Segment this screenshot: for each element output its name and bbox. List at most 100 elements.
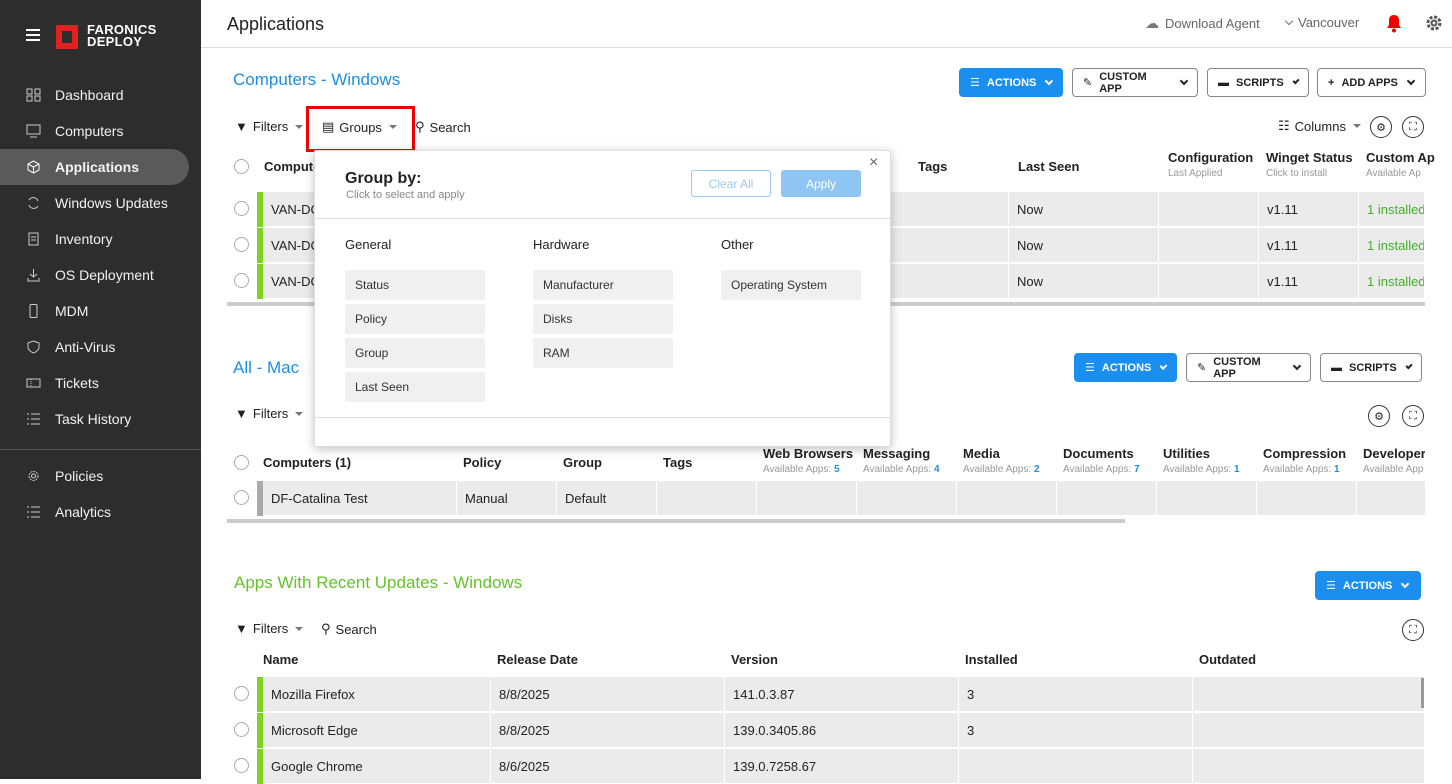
group-option-ram[interactable]: RAM (533, 338, 673, 368)
fullscreen-icon[interactable]: ⛶ (1402, 405, 1424, 427)
apply-button[interactable]: Apply (781, 170, 861, 197)
download-agent-link[interactable]: ☁Download Agent (1145, 15, 1260, 32)
menu-icon[interactable] (26, 29, 40, 41)
column-header-last-seen[interactable]: Last Seen (1018, 159, 1079, 174)
sidebar-item-task-history[interactable]: Task History (0, 401, 201, 437)
sidebar-item-anti-virus[interactable]: Anti-Virus (0, 329, 201, 365)
column-header-utilities[interactable]: UtilitiesAvailable Apps: 1 (1163, 446, 1240, 475)
monitor-icon (26, 124, 41, 138)
group-option-last-seen[interactable]: Last Seen (345, 372, 485, 402)
column-header-winget[interactable]: Winget StatusClick to install (1266, 150, 1353, 179)
group-heading-other: Other (721, 237, 754, 252)
section-title-computers-windows: Computers - Windows (233, 70, 400, 90)
scripts-button[interactable]: ▬SCRIPTS (1320, 353, 1422, 382)
winget-cell: v1.11 (1259, 264, 1359, 299)
columns-button[interactable]: ☷Columns (1278, 118, 1361, 134)
add-apps-button[interactable]: +ADD APPS (1317, 68, 1426, 97)
close-icon[interactable]: × (869, 154, 878, 172)
column-header-name[interactable]: Name (263, 652, 298, 667)
column-header-documents[interactable]: DocumentsAvailable Apps: 7 (1063, 446, 1140, 475)
select-all-checkbox[interactable] (234, 159, 249, 174)
search-button[interactable]: ⚲Search (415, 119, 471, 135)
custom-apps-cell[interactable]: 1 installed (1359, 228, 1425, 263)
app-cell[interactable] (857, 481, 957, 516)
column-header-installed[interactable]: Installed (965, 652, 1018, 667)
settings-icon[interactable]: ⚙ (1368, 405, 1390, 427)
app-cell[interactable] (757, 481, 857, 516)
row-checkbox[interactable] (234, 722, 249, 737)
column-header-messaging[interactable]: MessagingAvailable Apps: 4 (863, 446, 940, 475)
clear-all-button[interactable]: Clear All (691, 170, 771, 197)
filters-button[interactable]: ▼Filters (235, 621, 303, 636)
filters-button[interactable]: ▼Filters (235, 406, 303, 421)
sidebar-item-analytics[interactable]: Analytics (0, 494, 201, 530)
column-header-configuration[interactable]: ConfigurationLast Applied (1168, 150, 1253, 179)
app-cell[interactable] (957, 481, 1057, 516)
row-checkbox[interactable] (234, 201, 249, 216)
sidebar-item-computers[interactable]: Computers (0, 113, 201, 149)
select-all-checkbox[interactable] (234, 455, 249, 470)
column-header-tags[interactable]: Tags (918, 159, 947, 174)
column-header-computers[interactable]: Computers (1) (263, 455, 351, 470)
settings-icon[interactable]: ⚙ (1370, 116, 1392, 138)
sidebar-item-os-deployment[interactable]: OS Deployment (0, 257, 201, 293)
column-header-media[interactable]: MediaAvailable Apps: 2 (963, 446, 1040, 475)
row-checkbox[interactable] (234, 237, 249, 252)
sidebar-item-windows-updates[interactable]: Windows Updates (0, 185, 201, 221)
scripts-button[interactable]: ▬SCRIPTS (1207, 68, 1309, 97)
column-header-version[interactable]: Version (731, 652, 778, 667)
menu-icon: ☰ (1326, 579, 1336, 592)
table-row[interactable]: Mozilla Firefox 8/8/2025 141.0.3.87 3 (257, 677, 1425, 712)
app-name: Microsoft Edge (263, 713, 491, 748)
bell-icon[interactable] (1385, 14, 1403, 33)
column-header-outdated[interactable]: Outdated (1199, 652, 1256, 667)
sidebar-item-dashboard[interactable]: Dashboard (0, 77, 201, 113)
custom-app-button[interactable]: ✎CUSTOM APP (1072, 68, 1198, 97)
custom-app-button[interactable]: ✎CUSTOM APP (1186, 353, 1311, 382)
sidebar-item-tickets[interactable]: Tickets (0, 365, 201, 401)
group-option-status[interactable]: Status (345, 270, 485, 300)
scripts-label: SCRIPTS (1349, 362, 1397, 374)
column-header-computer[interactable]: Compute (264, 159, 320, 174)
group-option-operating-system[interactable]: Operating System (721, 270, 861, 300)
column-header-web-browsers[interactable]: Web BrowsersAvailable Apps: 5 (763, 446, 853, 475)
custom-apps-cell[interactable]: 1 installed (1359, 192, 1425, 227)
fullscreen-icon[interactable]: ⛶ (1402, 116, 1424, 138)
app-cell[interactable] (1157, 481, 1257, 516)
version-cell: 139.0.3405.86 (725, 713, 959, 748)
fullscreen-icon[interactable]: ⛶ (1402, 619, 1424, 641)
column-header-compression[interactable]: CompressionAvailable Apps: 1 (1263, 446, 1346, 475)
sidebar-item-policies[interactable]: Policies (0, 458, 201, 494)
actions-button[interactable]: ☰ACTIONS (1074, 353, 1177, 382)
row-checkbox[interactable] (234, 758, 249, 773)
sidebar-item-applications[interactable]: Applications (0, 149, 189, 185)
row-checkbox[interactable] (234, 490, 249, 505)
horizontal-scrollbar[interactable] (227, 519, 1125, 523)
table-row[interactable]: DF-Catalina Test Manual Default (257, 481, 1425, 516)
column-header-custom-apps[interactable]: Custom ApAvailable Ap (1366, 150, 1452, 179)
gear-icon[interactable] (1425, 14, 1443, 32)
actions-button[interactable]: ☰ACTIONS (959, 68, 1063, 97)
group-option-manufacturer[interactable]: Manufacturer (533, 270, 673, 300)
vertical-scrollbar[interactable] (1421, 678, 1424, 708)
row-checkbox[interactable] (234, 273, 249, 288)
column-header-policy[interactable]: Policy (463, 455, 501, 470)
app-cell[interactable] (1257, 481, 1357, 516)
sidebar-item-inventory[interactable]: Inventory (0, 221, 201, 257)
group-option-group[interactable]: Group (345, 338, 485, 368)
site-selector[interactable]: Vancouver (1283, 15, 1359, 30)
group-option-policy[interactable]: Policy (345, 304, 485, 334)
table-row[interactable]: Microsoft Edge 8/8/2025 139.0.3405.86 3 (257, 713, 1425, 748)
custom-apps-cell[interactable]: 1 installed (1359, 264, 1425, 299)
search-button[interactable]: ⚲Search (321, 621, 377, 637)
column-header-tags[interactable]: Tags (663, 455, 692, 470)
app-cell[interactable] (1057, 481, 1157, 516)
column-header-group[interactable]: Group (563, 455, 602, 470)
row-checkbox[interactable] (234, 686, 249, 701)
filters-button[interactable]: ▼Filters (235, 119, 303, 134)
actions-button[interactable]: ☰ACTIONS (1315, 571, 1421, 600)
group-option-disks[interactable]: Disks (533, 304, 673, 334)
column-header-developer[interactable]: DeveloperAvailable App (1363, 446, 1425, 475)
column-header-release-date[interactable]: Release Date (497, 652, 578, 667)
sidebar-item-mdm[interactable]: MDM (0, 293, 201, 329)
